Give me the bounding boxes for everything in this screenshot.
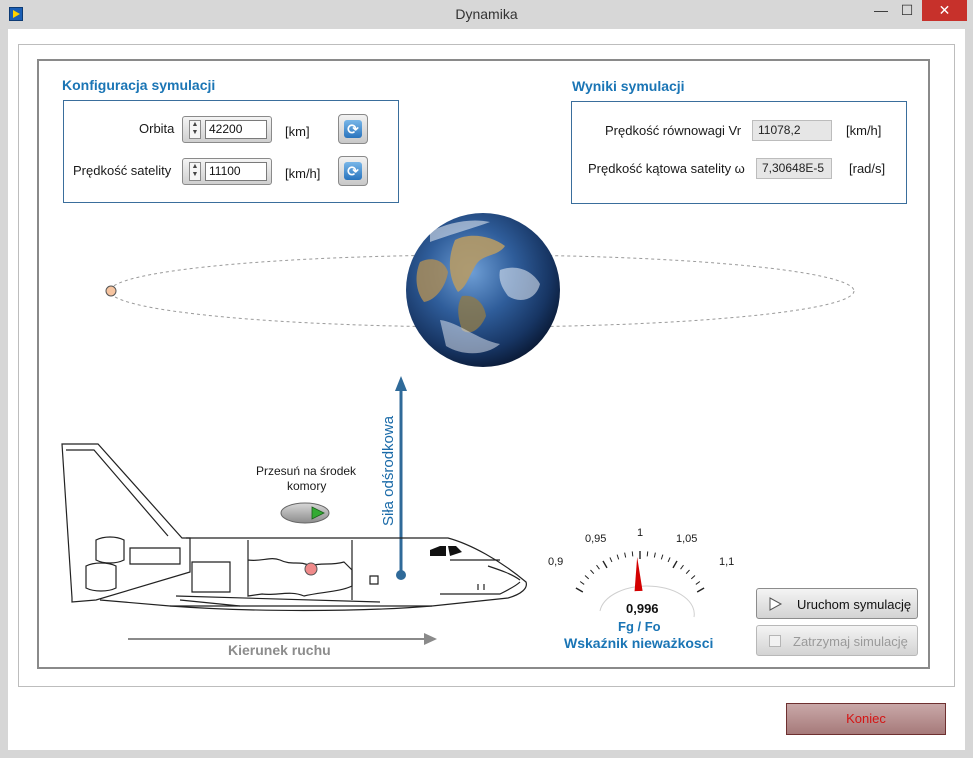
gauge-needle [634,557,643,592]
gauge-tick-mark [696,587,705,593]
stop-simulation-button[interactable]: Zatrzymaj simulację [756,625,918,656]
gauge-tick-mark [624,552,627,558]
stop-checkbox-icon [769,635,781,647]
gauge-tick-mark [575,587,584,593]
center-chamber-button[interactable] [280,502,330,524]
gauge-tick-3: 1,05 [676,533,698,545]
force-origin-dot [396,570,406,580]
satellite-marker [105,285,117,297]
gauge-value: 0,996 [626,601,659,616]
centrifugal-force-label: Siła odśrodkowa [380,415,397,526]
gauge-tick-4: 1,1 [719,556,735,568]
stop-simulation-label: Zatrzymaj simulację [793,634,908,649]
shuttle-window [430,546,462,556]
earth-image [406,213,560,367]
gauge-tick-mark [660,554,664,560]
gauge-tick-mark [667,557,671,563]
gauge-tick-mark [631,551,634,557]
gauge-tick-mark [695,581,701,585]
gauge-tick-1: 0,95 [585,533,607,545]
start-simulation-button[interactable]: Uruchom symulację [756,588,918,619]
center-button-label-2: komory [287,479,327,493]
gauge-tick-mark [602,560,608,569]
gauge-tick-mark [596,564,600,570]
gauge-tick-mark [690,575,696,580]
play-icon [769,597,783,611]
gauge-title: Wskaźnik nieważkosci [564,635,714,651]
gauge-unit: Fg / Fo [618,619,661,634]
direction-arrow-head [424,633,437,645]
gauge-tick-mark [672,560,678,569]
gauge-tick-mark [646,551,649,557]
force-arrow-head [395,376,407,391]
application-window: Dynamika — ☐ ✕ Konfiguracja symulacji Or… [0,0,973,758]
chamber-center-marker [304,562,318,576]
direction-label: Kierunek ruchu [228,642,331,658]
gauge-tick-mark [616,554,620,560]
gauge-tick-mark [579,581,585,585]
end-button[interactable]: Koniec [786,703,946,735]
gauge-tick-mark [685,569,690,575]
gauge-tick-2: 1 [637,527,644,539]
gauge-tick-mark [590,569,595,575]
gauge-tick-mark [584,575,590,580]
gauge-tick-mark [609,557,613,563]
start-simulation-label: Uruchom symulację [797,597,912,612]
gauge-tick-mark [680,564,684,570]
gauge-tick-0: 0,9 [548,556,564,568]
center-button-label-1: Przesuń na środek [256,464,357,478]
gauge-tick-mark [653,552,656,558]
